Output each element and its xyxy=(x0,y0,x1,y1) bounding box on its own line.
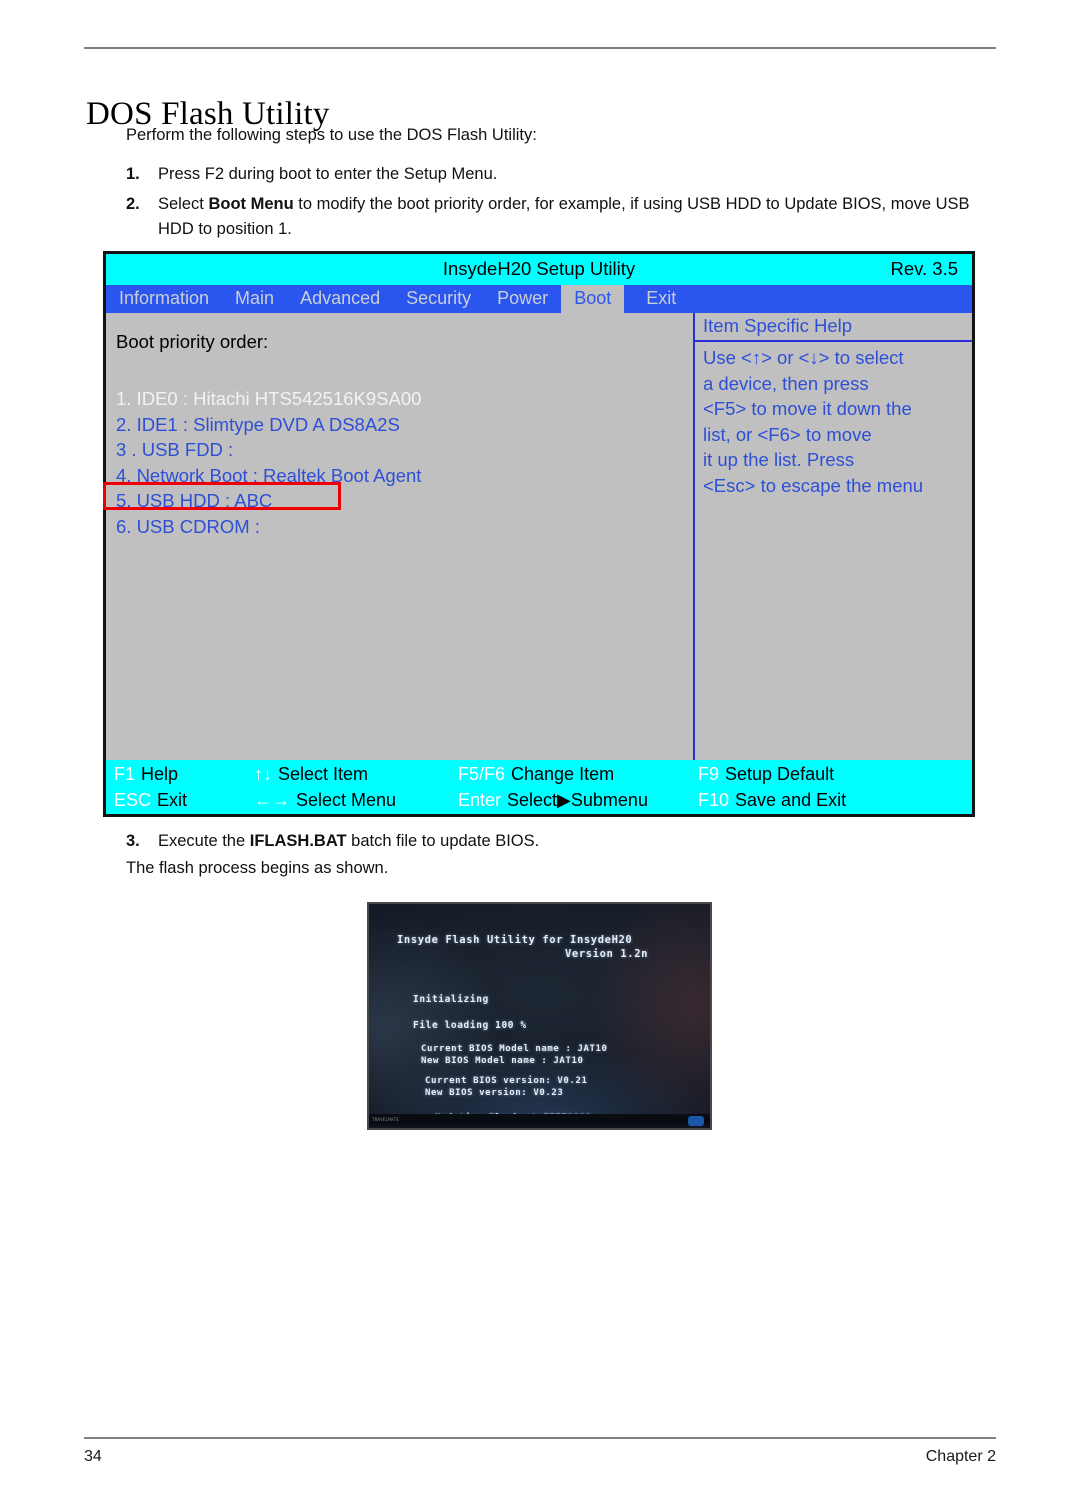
function-key-label: F5/F6 xyxy=(458,763,506,784)
bios-body: Boot priority order: 1. IDE0 : Hitachi H… xyxy=(106,313,972,760)
tab-power[interactable]: Power xyxy=(484,285,561,313)
function-key-esc-exit[interactable]: ESC Exit xyxy=(114,790,187,811)
function-key-label: F9 xyxy=(698,763,720,784)
page-number: 34 xyxy=(84,1448,102,1465)
bios-title: InsydeH20 Setup Utility xyxy=(442,258,636,279)
tab-security[interactable]: Security xyxy=(393,285,484,313)
function-key-row-2: ESC Exit ←→ Select Menu Enter Select▶Sub… xyxy=(106,787,972,813)
flash-utility-photo: Insyde Flash Utility for InsydeH20 Versi… xyxy=(367,902,712,1130)
function-key-label: Enter xyxy=(458,789,502,810)
step-text: Select Boot Menu to modify the boot prio… xyxy=(158,192,1002,242)
photo-line: Insyde Flash Utility for InsydeH20 xyxy=(397,934,633,946)
function-key-label: F10 xyxy=(698,789,730,810)
function-key-select-menu[interactable]: ←→ Select Menu xyxy=(254,790,396,811)
photo-line: New BIOS version: V0.23 xyxy=(425,1088,564,1098)
tab-exit[interactable]: Exit xyxy=(633,285,809,313)
item-specific-help-panel: Item Specific Help Use <↑> or <↓> to sel… xyxy=(695,313,972,760)
help-panel-underline xyxy=(695,340,972,342)
step-number: 3. xyxy=(126,832,140,850)
function-key-setup-default[interactable]: F9 Setup Default xyxy=(698,764,834,785)
bios-menu-bar[interactable]: Information Main Advanced Security Power… xyxy=(106,285,972,313)
step-text-part: Press F2 during boot to enter the Setup … xyxy=(158,165,498,183)
function-key-f1-help[interactable]: F1 Help xyxy=(114,764,178,785)
tab-information[interactable]: Information xyxy=(106,285,222,313)
function-key-label: ESC xyxy=(114,789,152,810)
photo-line: Version 1.2n xyxy=(565,948,649,960)
help-line: Use <↑> or <↓> to select xyxy=(703,347,904,368)
boot-priority-list[interactable]: 1. IDE0 : Hitachi HTS542516K9SA00 2. IDE… xyxy=(116,386,676,539)
photo-line: Current BIOS Model name : JAT10 xyxy=(421,1044,608,1054)
photo-line: Current BIOS version: V0.21 xyxy=(425,1076,588,1086)
bios-setup-screen: InsydeH20 Setup Utility Rev. 3.5 Informa… xyxy=(103,251,975,817)
bezel-brand-mark: TRAVELMATE xyxy=(372,1117,400,1122)
tab-advanced[interactable]: Advanced xyxy=(287,285,393,313)
boot-priority-label: Boot priority order: xyxy=(116,331,269,352)
function-key-desc: Setup Default xyxy=(725,763,835,784)
page-top-rule xyxy=(84,47,996,49)
function-key-select-item[interactable]: ↑↓ Select Item xyxy=(254,764,368,785)
function-key-label: ←→ xyxy=(254,789,290,810)
chapter-label: Chapter 2 xyxy=(925,1448,996,1465)
step-item-2: 2. Select Boot Menu to modify the boot p… xyxy=(126,192,1002,242)
function-key-desc: Select▶Submenu xyxy=(507,789,648,810)
function-key-desc: Help xyxy=(141,763,179,784)
bios-title-bar: InsydeH20 Setup Utility Rev. 3.5 xyxy=(106,254,972,285)
help-line: it up the list. Press xyxy=(703,449,855,470)
function-key-row-1: F1 Help ↑↓ Select Item F5/F6 Change Item… xyxy=(106,761,972,787)
flash-process-note: The flash process begins as shown. xyxy=(126,859,389,877)
function-key-label: ↑↓ xyxy=(254,763,272,784)
function-key-label: F1 xyxy=(114,763,136,784)
function-key-desc: Change Item xyxy=(511,763,615,784)
page-bottom-rule xyxy=(84,1437,996,1439)
bios-function-key-bar: F1 Help ↑↓ Select Item F5/F6 Change Item… xyxy=(106,760,972,814)
help-line: <F5> to move it down the xyxy=(703,398,912,419)
help-panel-text: Use <↑> or <↓> to select a device, then … xyxy=(703,345,968,498)
boot-list-item[interactable]: 2. IDE1 : Slimtype DVD A DS8A2S xyxy=(116,412,676,438)
laptop-bezel: TRAVELMATE xyxy=(369,1114,710,1128)
step-text-part: Execute the xyxy=(158,832,250,850)
boot-list-item[interactable]: 4. Network Boot : Realtek Boot Agent xyxy=(116,463,676,489)
step-item-3: 3. Execute the IFLASH.BAT batch file to … xyxy=(126,829,826,854)
function-key-desc: Save and Exit xyxy=(735,789,847,810)
function-key-save-and-exit[interactable]: F10 Save and Exit xyxy=(698,790,846,811)
step-text-bold: IFLASH.BAT xyxy=(249,832,347,850)
function-key-enter-submenu[interactable]: Enter Select▶Submenu xyxy=(458,790,648,811)
help-line: <Esc> to escape the menu xyxy=(703,474,924,496)
step-text-bold: Boot Menu xyxy=(208,195,294,213)
step-text: Press F2 during boot to enter the Setup … xyxy=(158,162,926,187)
function-key-desc: Exit xyxy=(157,789,188,810)
bios-revision: Rev. 3.5 xyxy=(890,258,958,279)
intro-paragraph: Perform the following steps to use the D… xyxy=(126,126,537,144)
photo-line: Initializing xyxy=(413,994,489,1005)
help-panel-heading: Item Specific Help xyxy=(703,315,853,336)
function-key-desc: Select Menu xyxy=(296,789,397,810)
step-text-part: Select xyxy=(158,195,209,213)
boot-list-item[interactable]: 3 . USB FDD : xyxy=(116,437,676,463)
step-number: 1. xyxy=(126,165,140,183)
boot-list-item[interactable]: 5. USB HDD : ABC xyxy=(116,488,676,514)
step-item-1: 1. Press F2 during boot to enter the Set… xyxy=(126,162,926,187)
function-key-desc: Select Item xyxy=(278,763,369,784)
tab-main[interactable]: Main xyxy=(222,285,287,313)
help-line: a device, then press xyxy=(703,372,869,394)
boot-list-item[interactable]: 1. IDE0 : Hitachi HTS542516K9SA00 xyxy=(116,386,676,412)
bezel-indicator xyxy=(688,1116,704,1126)
boot-list-item[interactable]: 6. USB CDROM : xyxy=(116,514,676,540)
function-key-change-item[interactable]: F5/F6 Change Item xyxy=(458,764,614,785)
help-line: list, or <F6> to move xyxy=(703,423,872,445)
tab-boot[interactable]: Boot xyxy=(561,285,625,313)
step-text: Execute the IFLASH.BAT batch file to upd… xyxy=(158,829,826,854)
photo-line: New BIOS Model name : JAT10 xyxy=(421,1056,584,1066)
photo-line: File loading 100 % xyxy=(413,1020,527,1031)
step-text-part: batch file to update BIOS. xyxy=(346,832,540,850)
step-number: 2. xyxy=(126,195,140,213)
